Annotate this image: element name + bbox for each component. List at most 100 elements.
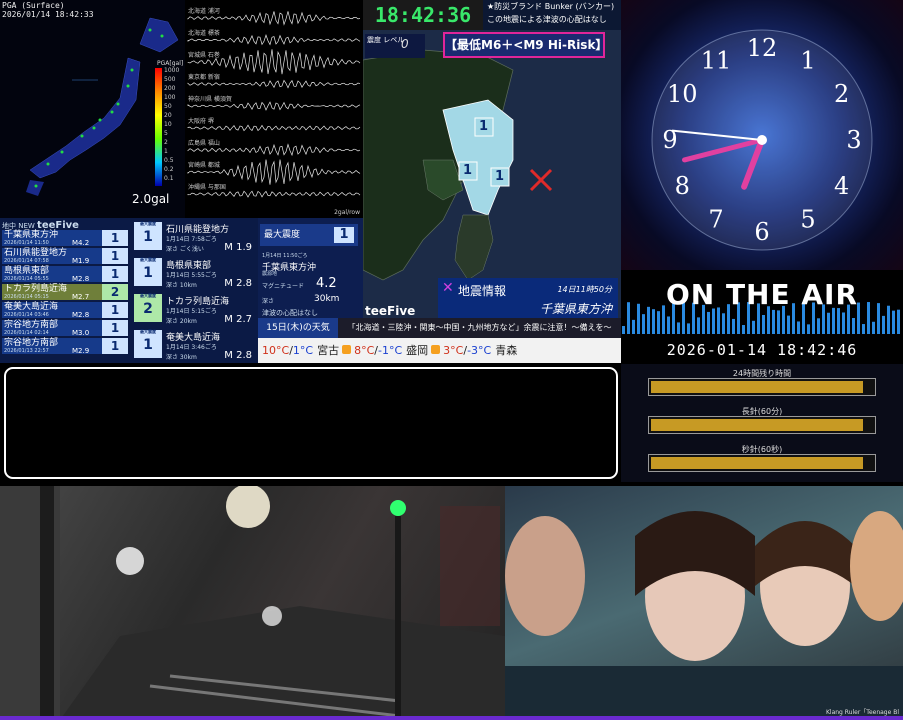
teefive-logo: teeFive bbox=[365, 304, 416, 318]
city-high: 8°C bbox=[354, 344, 375, 357]
eq-row-intensity: 1 bbox=[102, 320, 128, 336]
city-name: 盛岡 bbox=[406, 344, 429, 357]
visualizer-bar bbox=[722, 313, 725, 334]
visualizer-bar bbox=[832, 307, 835, 334]
weather-city: 青森 bbox=[495, 340, 517, 362]
eq-row-time: 2026/01/14 07:58 bbox=[4, 258, 49, 264]
pga-scale-tick: 20 bbox=[164, 112, 172, 119]
waveform-footer: 2gal/row bbox=[334, 209, 360, 216]
visualizer-bar bbox=[712, 308, 715, 334]
eq-detail-depth: 深さ ごく浅い bbox=[166, 246, 204, 253]
eq-detail-depth: 深さ 30km bbox=[166, 354, 197, 361]
seismic-waveform-panel: 北海道 浦河 北海道 標茶 宮城県 石巻 東京都 新宿 神奈川県 横須賀 大阪府 堺広島県… bbox=[185, 0, 363, 218]
eq-list-row: 千葉県東方沖 2026/01/14 11:50 M4.2 1 bbox=[2, 230, 128, 247]
bottom-accent-line bbox=[0, 716, 903, 720]
pga-max-value: 2.0gal bbox=[132, 192, 170, 206]
max-intensity-time: 1月14日 11:50ごろ bbox=[262, 253, 308, 259]
eq-row-intensity: 1 bbox=[102, 302, 128, 318]
visualizer-bar bbox=[632, 319, 635, 334]
clock-numeral: 1 bbox=[800, 46, 815, 74]
eq-detail-intensity: 1 bbox=[143, 337, 153, 353]
visualizer-bar bbox=[807, 324, 810, 334]
clock-hub bbox=[757, 135, 767, 145]
eq-detail-depth: 深さ 10km bbox=[166, 282, 197, 289]
eq-detail-time: 1月14日 3:46ごろ bbox=[166, 344, 217, 351]
shindo-level-value: 0 bbox=[401, 37, 409, 51]
kanto-map-graphic bbox=[363, 49, 553, 281]
digital-clock-time: 18:42:36 bbox=[374, 3, 472, 27]
visualizer-bar bbox=[862, 324, 865, 334]
eq-list-row: 石川県能登地方 2026/01/14 07:58 M1.9 1 bbox=[2, 248, 128, 265]
max-intensity-header: 最大震度 1 bbox=[260, 224, 358, 246]
pga-color-scale bbox=[155, 68, 162, 186]
clock-numeral: 4 bbox=[834, 172, 849, 200]
eq-info-region: 千葉県東方沖 bbox=[539, 302, 612, 316]
eq-list-header-label: 地中 NEW bbox=[2, 222, 35, 230]
waveform-trace bbox=[187, 101, 361, 111]
city-low: -3°C bbox=[467, 344, 492, 357]
visualizer-bar bbox=[677, 322, 680, 334]
depth-label: 深さ bbox=[262, 298, 275, 305]
eq-row-name: 宗谷地方南部 bbox=[4, 338, 59, 348]
bunker-title: ★防災ブランド Bunker (バンカー) bbox=[487, 2, 615, 11]
eq-detail-magnitude: M 2.8 bbox=[224, 350, 252, 361]
eq-list-row: 奄美大島近海 2026/01/14 03:46 M2.8 1 bbox=[2, 302, 128, 319]
clock-numeral: 8 bbox=[675, 172, 690, 200]
eq-detail-badge-label: 最大震度 bbox=[140, 257, 156, 262]
waveform-station-label: 宮崎県 都城 bbox=[188, 162, 220, 169]
max-intensity-value: 1 bbox=[334, 227, 354, 243]
eq-row-intensity: 1 bbox=[102, 266, 128, 282]
visualizer-bar bbox=[842, 312, 845, 334]
waveform-station-label: 北海道 標茶 bbox=[188, 30, 220, 37]
clock-numeral: 11 bbox=[701, 46, 732, 74]
eq-row-time: 2026/01/14 05:55 bbox=[4, 276, 49, 282]
shindo-level-label: 震度 レベル bbox=[367, 36, 405, 44]
pga-scale-tick: 50 bbox=[164, 103, 172, 110]
pga-scale-tick: 0.2 bbox=[164, 166, 174, 173]
timer-progress-fill bbox=[651, 381, 863, 393]
eq-detail-badge: 最大震度 1 bbox=[134, 257, 162, 286]
eq-detail-depth: 深さ 20km bbox=[166, 318, 197, 325]
city-low: -1°C bbox=[378, 344, 403, 357]
clock-numeral: 2 bbox=[834, 80, 849, 108]
eq-row-time: 2026/01/14 11:50 bbox=[4, 240, 49, 246]
visualizer-bar bbox=[657, 311, 660, 334]
eq-detail-time: 1月14日 5:15ごろ bbox=[166, 308, 217, 315]
eq-detail-badge-label: 最大震度 bbox=[140, 221, 156, 226]
risk-banner: 【最低M6＋<M9 Hi-Risk】 bbox=[443, 32, 607, 58]
eq-row-name: 千葉県東方沖 bbox=[4, 230, 59, 240]
waveform-station-label: 沖縄県 与那国 bbox=[188, 184, 226, 191]
pga-scale-tick: 200 bbox=[164, 85, 176, 92]
eq-detail-magnitude: M 1.9 bbox=[224, 242, 252, 253]
eq-detail-time: 1月14日 7:58ごろ bbox=[166, 236, 217, 243]
eq-row-magnitude: M3.0 bbox=[72, 329, 90, 337]
eq-detail-magnitude: M 2.8 bbox=[224, 278, 252, 289]
visualizer-bar bbox=[837, 308, 840, 334]
pga-scale-tick: 0.1 bbox=[164, 175, 174, 182]
eq-list-row: 宗谷地方南部 2026/01/14 02:14 M3.0 1 bbox=[2, 320, 128, 337]
waveform-station-label: 神奈川県 横須賀 bbox=[188, 96, 232, 103]
eq-row-magnitude: M4.2 bbox=[72, 239, 90, 247]
magnitude-label: マグニチュード bbox=[262, 283, 305, 290]
shindo-level-box: 震度 レベル 0 bbox=[365, 34, 425, 58]
eq-list-row: 宗谷地方南部 2026/01/13 22:57 M2.9 1 bbox=[2, 338, 128, 355]
visualizer-bar bbox=[732, 318, 735, 334]
visualizer-bar bbox=[707, 311, 710, 334]
pga-scale-tick: 0.5 bbox=[164, 157, 174, 164]
pga-scale-ticks: 1000 500 200 100 50 20 10 5 2 1 0.5 0.2 0.1 bbox=[164, 66, 179, 183]
earthquake-detail-list: 最大震度 1 石川県能登地方 1月14日 7:58ごろ 深さ ごく浅い M 1.9 最大震度… bbox=[130, 218, 258, 363]
timer-panel: 24時間残り時間 長針(60分) 秒針(60秒) bbox=[621, 364, 903, 482]
eq-list-row: 島根県東部 2026/01/14 05:55 M2.8 1 bbox=[2, 266, 128, 283]
pga-scale-tick: 500 bbox=[164, 76, 176, 83]
eq-detail-badge: 最大震度 1 bbox=[134, 221, 162, 250]
max-intensity-sub: 震源地 bbox=[262, 271, 278, 277]
max-intensity-label: 最大震度 bbox=[264, 230, 301, 240]
visualizer-bar bbox=[817, 318, 820, 334]
eq-detail-item: 最大震度 1 奄美大島近海 1月14日 3:46ごろ 深さ 30km M 2.8 bbox=[132, 328, 256, 362]
visualizer-bar bbox=[642, 314, 645, 334]
analog-clock-face: 12 1234567891011 bbox=[651, 29, 873, 251]
timer-progress-bar bbox=[648, 416, 876, 434]
eq-info-title: 地震情報 bbox=[458, 284, 507, 298]
timer-progress-fill bbox=[651, 457, 863, 469]
eq-row-name: 島根県東部 bbox=[4, 266, 50, 276]
